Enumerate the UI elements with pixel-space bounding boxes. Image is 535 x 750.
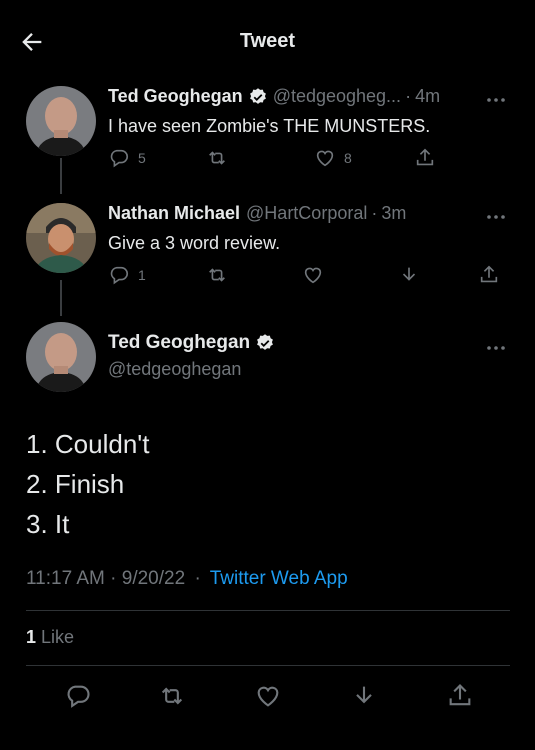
reply-button[interactable]: 1 <box>108 264 146 286</box>
like-count: 8 <box>344 150 352 166</box>
verified-badge-icon <box>248 87 268 107</box>
download-icon <box>402 267 416 281</box>
main-tweet-text: 1. Couldn't 2. Finish 3. It <box>26 424 150 544</box>
likes-summary[interactable]: 1 Like <box>26 627 74 648</box>
more-icon[interactable] <box>485 91 507 102</box>
retweet-button[interactable] <box>158 682 186 710</box>
download-button[interactable] <box>350 682 378 710</box>
author-name[interactable]: Ted Geoghegan <box>108 332 250 354</box>
review-line: 1. Couldn't <box>26 429 150 459</box>
author-name[interactable]: Ted Geoghegan <box>108 86 243 107</box>
review-line: 3. It <box>26 509 70 539</box>
page-title: Tweet <box>239 30 296 52</box>
retweet-button[interactable] <box>206 264 228 286</box>
author-handle[interactable]: @tedgeoghegan <box>108 359 241 380</box>
reply-count: 1 <box>138 267 146 283</box>
like-button[interactable] <box>302 264 324 286</box>
retweet-icon <box>209 151 225 165</box>
separator: · <box>405 86 412 106</box>
reply-count: 5 <box>138 150 146 166</box>
tweet-actions: 1 <box>108 264 508 290</box>
separator: · <box>371 203 378 223</box>
author-handle[interactable]: @HartCorporal <box>246 203 367 224</box>
tweet-header: Ted Geoghegan @tedgeogheg... · 4m <box>108 86 440 107</box>
like-icon <box>316 150 334 167</box>
tweet-text: Give a 3 word review. <box>108 233 281 253</box>
retweet-button[interactable] <box>206 147 228 169</box>
share-button[interactable] <box>446 682 474 710</box>
reply-icon <box>110 266 129 285</box>
reply-icon <box>110 149 129 168</box>
avatar[interactable] <box>26 86 96 156</box>
thread-line <box>60 280 62 316</box>
like-icon <box>257 686 279 707</box>
retweet-icon <box>209 268 225 282</box>
avatar[interactable] <box>26 203 96 273</box>
tweet-actions: 5 8 <box>108 147 508 173</box>
like-icon <box>304 267 322 284</box>
more-icon[interactable] <box>485 339 507 350</box>
reply-button[interactable] <box>64 682 92 710</box>
main-tweet-actions <box>0 682 535 712</box>
verified-badge-icon <box>255 333 275 353</box>
share-button[interactable] <box>478 264 500 286</box>
tweet-meta: 11:17 AM · 9/20/22 · Twitter Web App <box>26 568 348 590</box>
tweet-timestamp[interactable]: 11:17 AM · 9/20/22 <box>26 568 185 589</box>
author-handle[interactable]: @tedgeogheg... <box>273 86 401 107</box>
reply-button[interactable]: 5 <box>108 147 146 169</box>
separator: · <box>194 568 201 589</box>
tweet-text: I have seen Zombie's THE MUNSTERS. <box>108 116 431 136</box>
like-button[interactable] <box>254 682 282 710</box>
avatar[interactable] <box>26 322 96 392</box>
review-line: 2. Finish <box>26 469 125 499</box>
divider <box>26 665 510 666</box>
tweet-time[interactable]: 3m <box>381 203 406 224</box>
author-name[interactable]: Nathan Michael <box>108 203 240 224</box>
more-icon[interactable] <box>485 208 507 219</box>
share-icon <box>416 148 434 166</box>
divider <box>26 610 510 611</box>
tweet-time[interactable]: 4m <box>415 86 440 107</box>
share-button[interactable] <box>414 147 436 169</box>
download-icon <box>356 686 372 704</box>
reply-icon <box>67 685 90 708</box>
likes-label: Like <box>41 627 75 647</box>
likes-count: 1 <box>26 627 37 647</box>
thread-line <box>60 158 62 194</box>
top-bar: Tweet <box>0 0 535 84</box>
download-button[interactable] <box>398 264 420 286</box>
share-icon <box>480 265 498 283</box>
source-link[interactable]: Twitter Web App <box>210 568 348 589</box>
like-button[interactable]: 8 <box>314 147 352 169</box>
share-icon <box>449 684 471 706</box>
main-author-row: Ted Geoghegan <box>108 332 280 354</box>
retweet-icon <box>161 687 183 705</box>
tweet-header: Nathan Michael @HartCorporal · 3m <box>108 203 406 224</box>
